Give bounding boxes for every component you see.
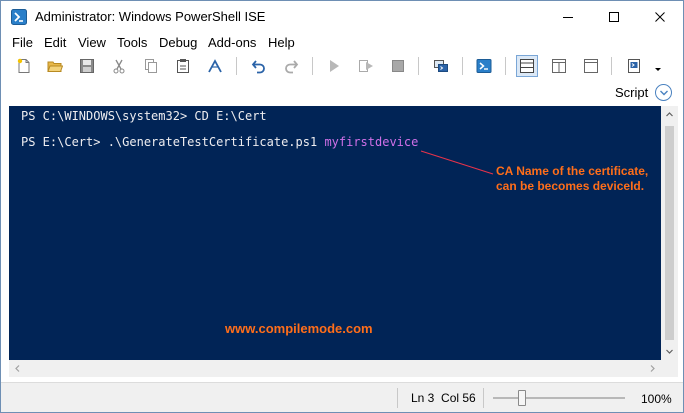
- chevron-down-icon: [666, 349, 673, 354]
- scroll-right-button[interactable]: [644, 360, 661, 377]
- status-separator: [483, 388, 484, 408]
- menu-debug[interactable]: Debug: [159, 35, 197, 50]
- menu-help[interactable]: Help: [268, 35, 295, 50]
- maximize-button[interactable]: [591, 1, 637, 33]
- new-file-icon: [17, 58, 30, 73]
- toolbar-separator: [462, 57, 463, 75]
- chevron-right-icon: [650, 365, 655, 372]
- minimize-button[interactable]: [545, 1, 591, 33]
- show-script-pane-maximized-button[interactable]: [580, 55, 602, 77]
- script-pane-maximized-icon: [584, 59, 598, 73]
- scroll-up-button[interactable]: [661, 106, 678, 123]
- stop-button[interactable]: [387, 55, 409, 77]
- run-script-button[interactable]: [323, 55, 345, 77]
- cursor-position: Ln 3 Col 56: [411, 391, 476, 405]
- show-script-pane-top-button[interactable]: [516, 55, 538, 77]
- horizontal-scrollbar[interactable]: [9, 360, 661, 377]
- menu-file[interactable]: File: [12, 35, 33, 50]
- copy-icon: [145, 59, 157, 73]
- annotation-line: CA Name of the certificate,: [496, 164, 649, 178]
- annotation-line: can be becomes deviceId.: [496, 179, 645, 193]
- paste-button[interactable]: [172, 55, 194, 77]
- undo-button[interactable]: [248, 55, 270, 77]
- save-icon: [80, 59, 94, 73]
- chevron-down-icon: [659, 90, 668, 95]
- toolbar: [1, 53, 683, 79]
- script-pane-header: Script: [1, 81, 683, 105]
- open-button[interactable]: [44, 55, 66, 77]
- script-pane-label[interactable]: Script: [615, 85, 648, 100]
- toolbar-separator: [236, 57, 237, 75]
- paste-icon: [177, 59, 189, 73]
- script-pane-right-icon: [552, 59, 566, 73]
- toolbar-separator: [418, 57, 419, 75]
- menu-edit[interactable]: Edit: [44, 35, 66, 50]
- command-icon: [208, 59, 222, 73]
- remote-powershell-icon: [434, 60, 448, 72]
- toolbar-separator: [611, 57, 612, 75]
- minimize-icon: [563, 17, 573, 18]
- command-button[interactable]: [204, 55, 226, 77]
- show-script-pane-right-button[interactable]: [548, 55, 570, 77]
- toolbar-separator: [505, 57, 506, 75]
- window-title: Administrator: Windows PowerShell ISE: [35, 9, 266, 24]
- new-remote-tab-button[interactable]: [430, 55, 452, 77]
- menu-bar: File Edit View Tools Debug Add-ons Help: [1, 33, 683, 53]
- run-icon: [330, 60, 339, 72]
- toolbar-overflow-button[interactable]: [651, 55, 665, 77]
- powershell-console-icon: [476, 59, 492, 73]
- scroll-left-button[interactable]: [9, 360, 26, 377]
- script-pane-top-icon: [520, 59, 534, 73]
- cut-button[interactable]: [108, 55, 130, 77]
- close-icon: [655, 12, 665, 22]
- redo-icon: [285, 60, 299, 74]
- run-selection-icon: [359, 60, 373, 72]
- undo-icon: [251, 60, 265, 74]
- status-bar: Ln 3 Col 56 100%: [1, 382, 683, 412]
- console-pane[interactable]: PS C:\WINDOWS\system32> CD E:\Cert PS E:…: [9, 106, 661, 360]
- new-button[interactable]: [13, 55, 35, 77]
- powershell-ise-icon: [11, 9, 27, 25]
- status-separator: [397, 388, 398, 408]
- watermark: www.compilemode.com: [225, 321, 373, 336]
- powershell-ise-window: Administrator: Windows PowerShell ISE Fi…: [0, 0, 684, 413]
- line-number: Ln 3: [411, 391, 435, 405]
- close-button[interactable]: [637, 1, 683, 33]
- show-script-pane-toggle[interactable]: [655, 84, 672, 101]
- copy-button[interactable]: [140, 55, 162, 77]
- chevron-left-icon: [15, 365, 20, 372]
- menu-view[interactable]: View: [78, 35, 106, 50]
- start-powershell-button[interactable]: [473, 55, 495, 77]
- vertical-scroll-thumb[interactable]: [665, 126, 674, 340]
- show-command-icon: [628, 59, 640, 73]
- menu-add-ons[interactable]: Add-ons: [208, 35, 256, 50]
- cut-icon: [113, 59, 125, 74]
- chevron-up-icon: [666, 112, 673, 117]
- redo-button[interactable]: [280, 55, 302, 77]
- column-number: Col 56: [441, 391, 476, 405]
- menu-tools[interactable]: Tools: [117, 35, 147, 50]
- chevron-down-icon: [655, 68, 661, 71]
- maximize-icon: [609, 12, 619, 22]
- open-folder-icon: [47, 61, 63, 72]
- save-button[interactable]: [76, 55, 98, 77]
- zoom-slider-track[interactable]: [493, 397, 625, 399]
- vertical-scrollbar[interactable]: [661, 106, 678, 360]
- zoom-slider-thumb[interactable]: [518, 390, 526, 406]
- scrollbar-corner: [661, 360, 678, 377]
- show-command-window-button[interactable]: [623, 55, 645, 77]
- annotation-callout: CA Name of the certificate, can be becom…: [496, 164, 648, 194]
- zoom-level: 100%: [641, 392, 672, 406]
- toolbar-separator: [312, 57, 313, 75]
- run-selection-button[interactable]: [355, 55, 377, 77]
- stop-icon: [392, 60, 404, 72]
- title-bar[interactable]: Administrator: Windows PowerShell ISE: [1, 1, 683, 33]
- scroll-down-button[interactable]: [661, 343, 678, 360]
